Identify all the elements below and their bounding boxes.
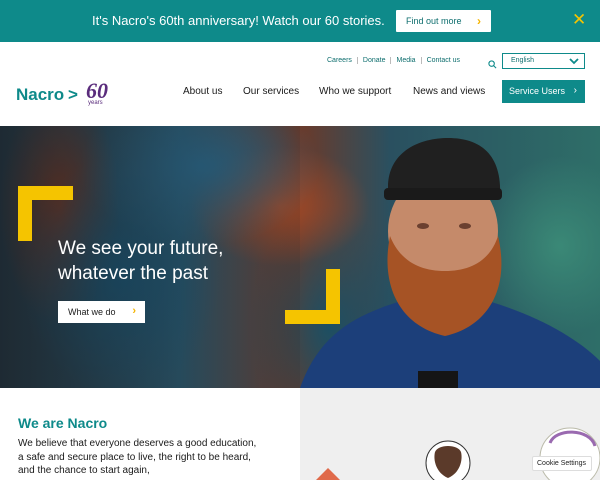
chevron-right-icon: › — [573, 85, 577, 96]
nav-news-and-views[interactable]: News and views — [413, 86, 485, 97]
chevron-down-icon — [569, 58, 579, 65]
about-section: We are Nacro We believe that everyone de… — [0, 388, 600, 480]
logo-chevron-icon: > — [68, 85, 78, 104]
utility-link-contact[interactable]: Contact us — [422, 57, 465, 64]
decorative-bracket-bottom-right — [285, 269, 340, 324]
nav-our-services[interactable]: Our services — [243, 86, 299, 97]
hero-heading: We see your future, whatever the past — [58, 236, 278, 286]
utility-link-careers[interactable]: Careers — [322, 57, 358, 64]
what-we-do-button[interactable]: What we do › — [58, 301, 145, 323]
logo-anniversary-suffix: years — [88, 100, 103, 106]
service-users-button[interactable]: Service Users › — [502, 80, 585, 103]
hero-banner: We see your future, whatever the past Wh… — [0, 126, 600, 388]
logo-wordmark: Nacro — [16, 85, 65, 104]
utility-link-media[interactable]: Media — [391, 57, 422, 64]
utility-link-donate[interactable]: Donate — [358, 57, 392, 64]
language-select[interactable]: English — [502, 53, 585, 69]
service-users-label: Service Users — [509, 86, 566, 96]
language-selected: English — [511, 57, 534, 64]
find-out-more-button[interactable]: Find out more › — [396, 10, 491, 32]
banner-text: It's Nacro's 60th anniversary! Watch our… — [92, 13, 385, 28]
search-icon[interactable] — [488, 56, 497, 74]
nacro-logo[interactable]: Nacro > 60 years — [16, 78, 116, 112]
decorative-bracket-top-left — [18, 186, 73, 241]
about-title: We are Nacro — [18, 415, 108, 431]
find-out-more-label: Find out more — [406, 16, 462, 26]
nav-who-we-support[interactable]: Who we support — [319, 86, 391, 97]
chevron-right-icon: › — [477, 14, 481, 28]
what-we-do-label: What we do — [68, 307, 116, 317]
announcement-banner: It's Nacro's 60th anniversary! Watch our… — [0, 0, 600, 42]
site-header: Careers Donate Media Contact us English … — [0, 42, 600, 126]
about-body: We believe that everyone deserves a good… — [18, 438, 257, 476]
utility-links: Careers Donate Media Contact us — [322, 57, 465, 64]
close-icon[interactable]: ✕ — [572, 11, 586, 28]
nav-about-us[interactable]: About us — [183, 86, 222, 97]
hero-heading-line-2: whatever the past — [58, 263, 208, 284]
cookie-settings-button[interactable]: Cookie Settings — [532, 456, 592, 471]
chevron-right-icon: › — [132, 305, 136, 317]
hero-heading-line-1: We see your future, — [58, 238, 224, 259]
